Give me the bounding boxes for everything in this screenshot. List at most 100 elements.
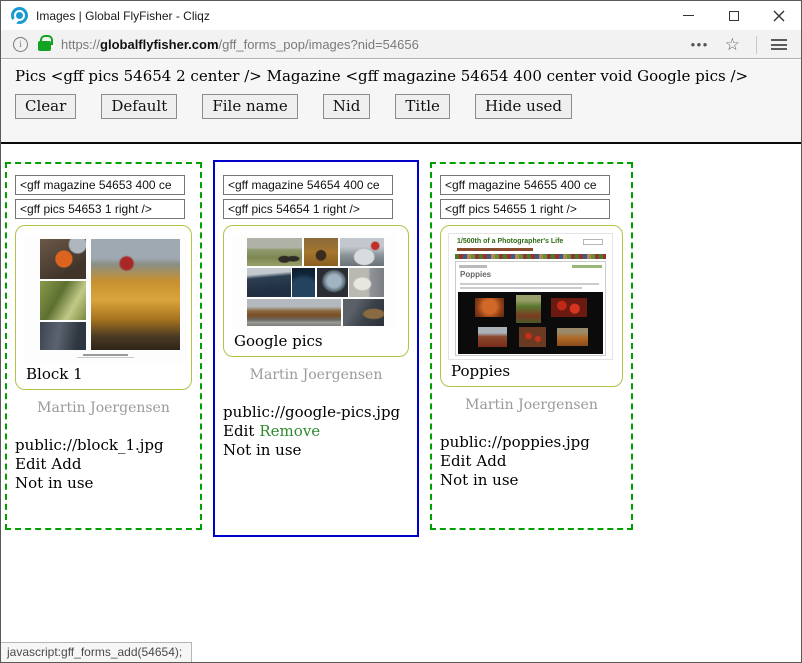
thumb-photo-field-horses [247,238,302,267]
edit-link[interactable]: Edit [15,455,46,473]
window-controls [666,1,801,30]
edit-link[interactable]: Edit [223,422,254,440]
thumb-breadcrumb-line [459,265,487,268]
image-author: Martin Joergensen [440,397,623,413]
image-caption: Poppies [449,359,614,383]
toolbar-buttons: Clear Default File name Nid Title Hide u… [15,94,801,119]
thumb-page-heading: Poppies [460,270,491,279]
image-thumbnail[interactable]: 1/500th of a Photographer's Life Poppies [449,234,612,359]
site-info-icon[interactable] [13,37,28,52]
image-frame: Block 1 [15,225,192,390]
file-path: public://block_1.jpg [15,436,192,455]
thumb-page-search-box [583,239,603,245]
thumb-photo-brown-horse [304,238,338,267]
image-thumbnail[interactable] [232,234,395,329]
image-frame: Google pics [223,225,409,357]
image-card-google-pics: Google pics Martin Joergensen public://g… [213,160,419,537]
image-frame: 1/500th of a Photographer's Life Poppies [440,225,623,387]
edit-link[interactable]: Edit [440,452,471,470]
thumb-photo-poppy-closeup [519,327,547,347]
thumb-photo-poppy-meadow [516,295,541,323]
thumb-page-photo-strip [455,254,606,259]
file-path: public://google-pics.jpg [223,403,409,422]
thumb-page-body: Poppies [455,261,606,356]
image-caption: Google pics [232,329,400,353]
address-bar[interactable]: https://globalflyfisher.com/gff_forms_po… [1,30,801,59]
usage-status: Not in use [223,441,409,460]
maximize-icon [729,11,739,21]
image-caption: Block 1 [24,362,183,386]
thumb-photo-white-dog [349,268,383,297]
page-actions-icon[interactable]: ••• [683,37,717,52]
file-path: public://poppies.jpg [440,433,623,452]
toolbar-divider [756,36,757,54]
thumb-caption-lines [83,354,129,356]
link-row: Edit Remove [223,422,409,441]
thumb-photo-green-plants [40,281,86,319]
thumb-photo-poppy-cluster [551,298,587,318]
thumb-photo-frost [40,322,86,350]
cliqz-logo-icon [11,7,28,24]
minimize-button[interactable] [666,1,711,30]
thumb-photo-autumn-foliage [91,239,181,350]
url-scheme: https:// [61,37,100,52]
add-link[interactable]: Add [476,452,506,470]
thumb-photo-blue-dome [292,268,315,297]
close-icon [773,10,785,22]
thumb-page-title: 1/500th of a Photographer's Life [457,238,563,245]
usage-status: Not in use [440,471,623,490]
thumb-photo-rust-mountain-road [247,299,342,327]
image-card-poppies: 1/500th of a Photographer's Life Poppies [430,162,633,530]
pics-tag-input[interactable] [15,199,185,219]
magazine-tag-input[interactable] [440,175,610,195]
url-domain: globalflyfisher.com [100,37,218,52]
image-author: Martin Joergensen [223,367,409,383]
status-bar-tooltip: javascript:gff_forms_add(54654); [1,642,192,662]
thumb-text-line [460,287,582,289]
thumb-text-line [460,283,599,285]
thumb-photo-silver-car [340,238,384,267]
thumb-photo-dark-mountain [247,268,291,297]
bookmark-star-icon[interactable]: ☆ [717,35,748,55]
pics-tag-input[interactable] [223,199,393,219]
remove-link[interactable]: Remove [259,422,320,440]
image-author: Martin Joergensen [15,400,192,416]
thumb-photo-poppy-blur [475,298,504,318]
url-path: /gff_forms_pop/images?nid=54656 [219,37,419,52]
thumb-page-subtitle-line [457,248,533,251]
page-header: Pics <gff pics 54654 2 center /> Magazin… [1,60,801,144]
url-text: https://globalflyfisher.com/gff_forms_po… [61,37,419,52]
minimize-icon [683,15,694,17]
thumb-photo-grid [458,292,603,354]
close-button[interactable] [756,1,801,30]
link-row: Edit Add [15,455,192,474]
thumb-photo-orange-field [557,328,589,346]
add-link[interactable]: Add [51,455,81,473]
default-button[interactable]: Default [101,94,177,119]
hide-used-button[interactable]: Hide used [475,94,572,119]
magazine-tag-input[interactable] [15,175,185,195]
title-bar: Images | Global FlyFisher - Cliqz [1,1,801,30]
tag-summary: Pics <gff pics 54654 2 center /> Magazin… [15,67,801,85]
image-thumbnail[interactable] [24,234,187,362]
thumb-links-line [572,265,602,268]
link-row: Edit Add [440,452,623,471]
image-card-block-1: Block 1 Martin Joergensen public://block… [5,162,202,530]
thumb-photo-car-mirror [317,268,348,297]
thumb-photo-orange-leaf [40,239,86,279]
nid-button[interactable]: Nid [323,94,371,119]
browser-window: Images | Global FlyFisher - Cliqz https:… [0,0,802,663]
https-lock-icon[interactable] [38,41,51,51]
clear-button[interactable]: Clear [15,94,76,119]
usage-status: Not in use [15,474,192,493]
title-button[interactable]: Title [395,94,450,119]
window-title: Images | Global FlyFisher - Cliqz [36,9,210,23]
magazine-tag-input[interactable] [223,175,393,195]
thumb-photo-person-road [343,299,384,327]
address-bar-actions: ••• ☆ [683,30,793,59]
maximize-button[interactable] [711,1,756,30]
pics-tag-input[interactable] [440,199,610,219]
thumb-photo-poppy-field-sky [478,327,507,347]
file-name-button[interactable]: File name [202,94,297,119]
menu-icon[interactable] [771,39,787,50]
